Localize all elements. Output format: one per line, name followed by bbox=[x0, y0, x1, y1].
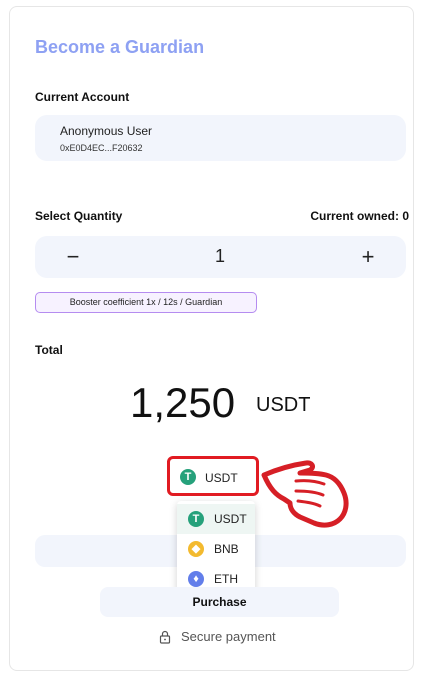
tether-icon: T bbox=[180, 469, 196, 485]
guardian-purchase-card: Become a Guardian Current Account Anonym… bbox=[9, 6, 414, 671]
select-quantity-label: Select Quantity bbox=[35, 209, 123, 223]
secure-payment-label: Secure payment bbox=[181, 629, 276, 644]
token-option-label: ETH bbox=[214, 572, 238, 586]
token-select-label: USDT bbox=[205, 471, 238, 485]
account-address: 0xE0D4EC...F20632 bbox=[60, 143, 143, 153]
purchase-button[interactable]: Purchase bbox=[100, 587, 339, 617]
token-select[interactable]: T USDT bbox=[167, 456, 259, 496]
account-name: Anonymous User bbox=[60, 124, 153, 138]
page-title: Become a Guardian bbox=[35, 37, 205, 57]
token-option-bnb[interactable]: ◆ BNB bbox=[177, 534, 255, 564]
booster-badge: Booster coefficient 1x / 12s / Guardian bbox=[35, 292, 257, 313]
bnb-icon: ◆ bbox=[188, 541, 204, 557]
lock-icon bbox=[159, 630, 171, 644]
pointing-hand-icon bbox=[261, 460, 349, 528]
ethereum-icon: ♦ bbox=[188, 571, 204, 587]
account-box: Anonymous User 0xE0D4EC...F20632 bbox=[35, 115, 406, 161]
token-dropdown: T USDT ◆ BNB ♦ ETH bbox=[177, 501, 255, 597]
total-amount: 1,250 bbox=[130, 379, 236, 426]
token-option-label: USDT bbox=[214, 512, 247, 526]
current-account-label: Current Account bbox=[35, 90, 130, 104]
quantity-stepper: − 1 + bbox=[35, 236, 406, 278]
decrement-button[interactable]: − bbox=[43, 236, 103, 278]
token-option-usdt[interactable]: T USDT bbox=[177, 504, 255, 534]
quantity-value[interactable]: 1 bbox=[165, 236, 275, 278]
current-owned-label: Current owned: 0 bbox=[310, 209, 409, 223]
increment-button[interactable]: + bbox=[338, 236, 398, 278]
total-currency: USDT bbox=[256, 394, 311, 416]
token-option-label: BNB bbox=[214, 542, 239, 556]
tether-icon: T bbox=[188, 511, 204, 527]
total-label: Total bbox=[35, 343, 63, 357]
